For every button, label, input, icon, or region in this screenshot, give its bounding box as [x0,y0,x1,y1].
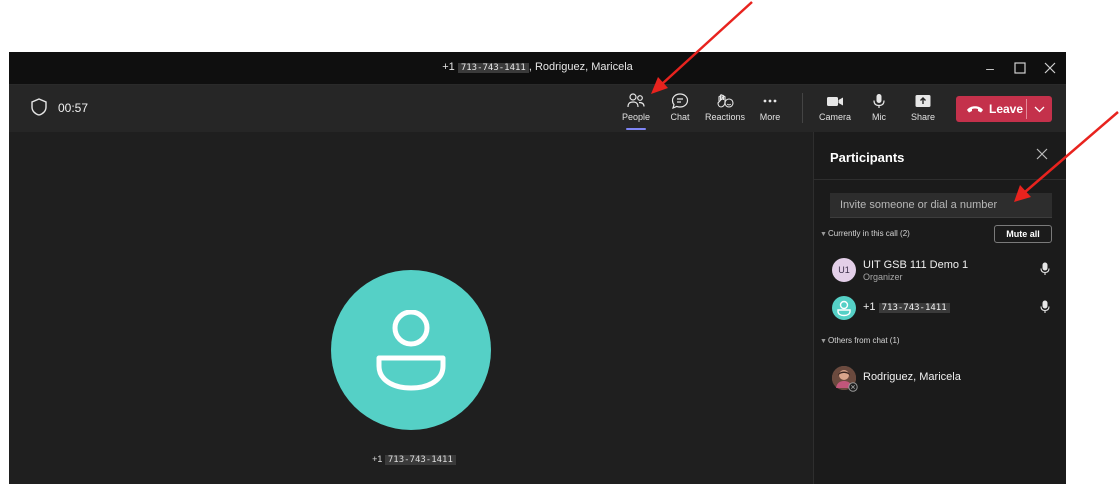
call-timer: 00:57 [58,101,89,115]
active-indicator [626,128,646,130]
mic-icon [1040,300,1050,319]
call-stage: +1 713-743-1411 [9,132,813,484]
toolbar-divider [802,93,803,123]
leave-button-group: Leave [956,96,1052,122]
participant-name: UIT GSB 111 Demo 1 [863,259,969,271]
shield-icon [31,98,47,121]
people-label: People [621,112,651,122]
leave-options-button[interactable] [1027,96,1052,122]
camera-button[interactable]: Camera [812,91,858,131]
title-suffix: , Rodriguez, Maricela [528,61,633,73]
others-label: Others from chat (1) [828,336,900,345]
in-call-section-header[interactable]: ▼Currently in this call (2) [820,229,910,238]
leave-button[interactable]: Leave [956,96,1026,122]
mute-all-button[interactable]: Mute all [994,225,1052,243]
people-button[interactable]: People [613,91,659,131]
meeting-toolbar: 00:57 People Chat Reactions More Camera … [9,85,1066,132]
share-icon [915,95,931,107]
offline-status-icon [848,382,858,392]
caller-label: +1 713-743-1411 [369,454,459,465]
avatar [832,296,856,320]
person-icon [376,310,446,391]
share-button[interactable]: Share [900,91,946,131]
caller-avatar [331,270,491,430]
participant-row[interactable]: Rodriguez, Maricela [814,360,1066,394]
collapse-caret-icon: ▼ [820,231,827,238]
title-phone: 713-743-1411 [457,63,529,73]
mic-icon [873,94,885,108]
mic-icon [1040,262,1050,281]
mic-button[interactable]: Mic [856,91,902,131]
mic-label: Mic [872,112,886,122]
participant-prefix: +1 [863,301,876,313]
participant-phone: 713-743-1411 [878,303,950,313]
participants-title: Participants [830,150,905,165]
more-button[interactable]: More [747,91,793,131]
participant-role: Organizer [863,272,903,282]
participant-name: Rodriguez, Maricela [863,371,961,383]
close-panel-icon[interactable] [1034,148,1050,164]
participant-row[interactable]: +1 713-743-1411 [814,290,1066,324]
caller-prefix: +1 [372,454,383,464]
reactions-label: Reactions [704,112,746,122]
person-icon [837,300,851,317]
more-label: More [759,112,781,122]
teams-call-window: +1 713-743-1411, Rodriguez, Maricela – 0… [9,52,1066,484]
chat-button[interactable]: Chat [657,91,703,131]
avatar [832,366,858,392]
others-section-header[interactable]: ▼Others from chat (1) [820,336,900,345]
camera-icon [827,97,843,106]
invite-input[interactable] [830,193,1052,218]
leave-label: Leave [989,102,1024,116]
maximize-icon[interactable] [1009,58,1031,78]
chat-icon [671,93,689,109]
avatar: U1 [832,258,856,282]
participants-panel: Participants ▼Currently in this call (2)… [813,132,1066,484]
chat-label: Chat [670,112,690,122]
close-icon[interactable] [1039,58,1061,78]
reactions-button[interactable]: Reactions [702,91,748,131]
title-prefix: +1 [442,61,455,73]
chevron-down-icon [1034,106,1045,113]
collapse-caret-icon: ▼ [820,338,827,345]
in-call-label: Currently in this call (2) [828,229,910,238]
participant-row[interactable]: U1 UIT GSB 111 Demo 1 Organizer [814,252,1066,286]
camera-label: Camera [818,112,851,122]
reactions-icon [717,94,734,108]
title-bar: +1 713-743-1411, Rodriguez, Maricela – [9,52,1066,85]
hangup-icon [967,106,983,113]
panel-divider [814,179,1066,180]
window-title: +1 713-743-1411, Rodriguez, Maricela [9,61,1066,73]
minimize-icon[interactable]: – [979,58,1001,78]
share-label: Share [910,112,936,122]
caller-phone: 713-743-1411 [384,455,456,465]
people-icon [627,93,645,108]
participant-name: +1 713-743-1411 [863,301,950,313]
more-icon [763,99,777,103]
